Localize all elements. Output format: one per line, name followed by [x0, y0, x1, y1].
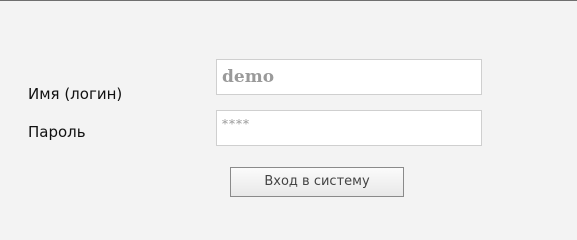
password-input[interactable]: **** — [216, 110, 482, 146]
login-button[interactable]: Вход в систему — [230, 167, 404, 197]
login-panel: Имя (логин) demo Пароль **** Вход в сист… — [0, 0, 577, 240]
password-label: Пароль — [28, 123, 86, 141]
login-label: Имя (логин) — [28, 85, 123, 103]
login-input[interactable]: demo — [216, 59, 482, 95]
